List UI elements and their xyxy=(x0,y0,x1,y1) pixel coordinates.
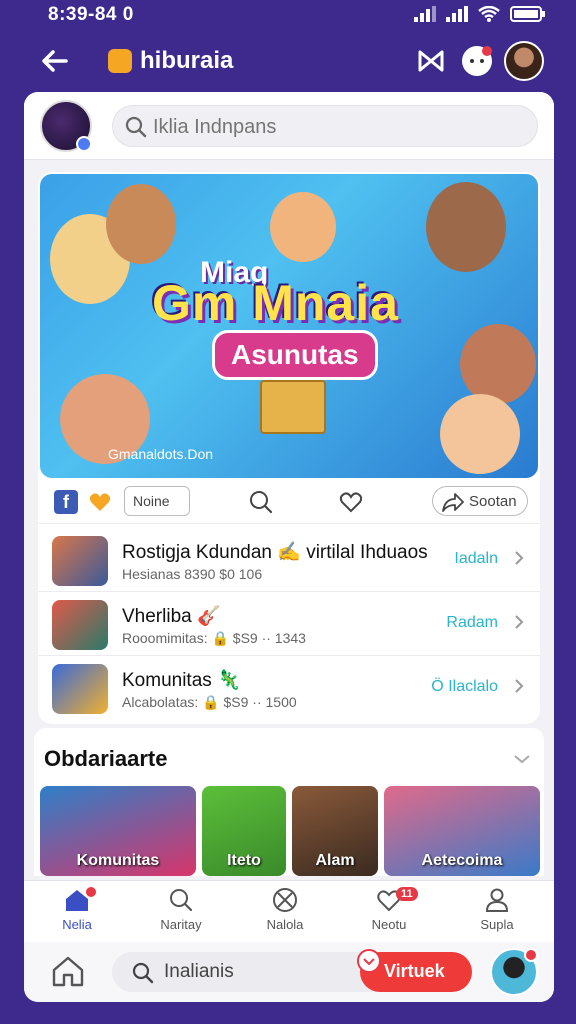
virtual-button[interactable]: Virtuek xyxy=(357,949,472,992)
status-time: 8:39-84 0 xyxy=(48,4,134,25)
user-avatar[interactable] xyxy=(504,41,544,81)
list-item[interactable]: Komunitas 🦎 Alcabolatas: 🔒 $S9 ·· 1500 Ö… xyxy=(38,656,540,720)
nav-profile[interactable]: Supla xyxy=(454,887,540,939)
search-row xyxy=(24,92,554,160)
heart-icon[interactable] xyxy=(338,489,364,515)
gift-box xyxy=(260,380,326,434)
back-arrow-icon[interactable] xyxy=(40,46,70,76)
tile-alam[interactable]: Alam xyxy=(292,786,378,876)
tile-aetecoima[interactable]: Aetecoima xyxy=(384,786,540,876)
share-arrow-icon xyxy=(442,493,464,512)
home-outline-icon[interactable] xyxy=(50,954,86,988)
footer-avatar[interactable] xyxy=(490,948,538,996)
list-thumbnail xyxy=(52,536,108,586)
nav-label: Supla xyxy=(480,917,514,932)
list-item[interactable]: Rostigja Kdundan ✍ virtilal Ihduaos Hesi… xyxy=(38,528,540,592)
wifi-icon xyxy=(478,6,500,22)
nav-label: Nalola xyxy=(266,917,304,932)
tile-iteto[interactable]: Iteto xyxy=(202,786,286,876)
character-figure xyxy=(440,394,520,474)
nav-label: Nelia xyxy=(62,917,92,932)
bow-icon[interactable] xyxy=(414,44,448,78)
notification-bubble-icon[interactable] xyxy=(460,44,494,78)
list-item-action[interactable]: Radam xyxy=(446,614,498,632)
character-figure xyxy=(460,324,536,404)
list-item-action[interactable]: Ö Ilaclalo xyxy=(431,678,498,696)
list-item-subtitle: Hesianas 8390 $0 106 xyxy=(122,566,263,582)
signal-icon-2 xyxy=(446,6,468,22)
nav-label: Naritay xyxy=(160,917,202,932)
nav-label: Neotu xyxy=(371,917,407,932)
list-item-title: Komunitas 🦎 xyxy=(122,670,241,691)
discover-section: Obdariaarte Komunitas Iteto Alam Aetecoi… xyxy=(34,728,544,876)
list-thumbnail xyxy=(52,664,108,714)
virtual-button-label: Virtuek xyxy=(384,961,445,981)
orange-heart-icon[interactable] xyxy=(88,490,112,514)
tile-row: Komunitas Iteto Alam Aetecoima xyxy=(40,786,540,876)
share-button[interactable]: Sootan xyxy=(432,486,528,516)
signal-icon xyxy=(414,6,436,22)
chevron-right-icon xyxy=(515,679,524,693)
character-figure xyxy=(106,184,176,264)
facebook-icon[interactable]: f xyxy=(54,490,78,514)
notification-dot xyxy=(524,948,538,962)
banner-image[interactable]: Miag Gm Mnaia Asunutas Gmanaldots.Don xyxy=(40,174,538,478)
nav-notifications[interactable]: 11 Neotu xyxy=(346,887,432,939)
tile-label: Iteto xyxy=(227,852,261,869)
main-card: Miag Gm Mnaia Asunutas Gmanaldots.Don f … xyxy=(24,92,554,1002)
nav-search[interactable]: Naritay xyxy=(138,887,224,939)
app-logo-icon xyxy=(108,49,132,73)
section-title: Obdariaarte xyxy=(44,746,168,771)
person-icon xyxy=(485,888,509,912)
list-item-subtitle: Alcabolatas: 🔒 $S9 ·· 1500 xyxy=(122,694,297,710)
tile-label: Aetecoima xyxy=(421,852,503,869)
character-figure xyxy=(426,182,506,272)
nav-explore[interactable]: Nalola xyxy=(242,887,328,939)
chevron-right-icon xyxy=(515,551,524,565)
post-actions: f Noine Sootan xyxy=(38,478,540,524)
list-item-subtitle: Rooomimitas: 🔒 $S9 ·· 1343 xyxy=(122,630,306,646)
list-item-title: Rostigja Kdundan ✍ virtilal Ihduaos xyxy=(122,542,428,563)
app-title: hiburaia xyxy=(140,47,234,74)
list-item-title: Vherliba 🎸 xyxy=(122,606,221,627)
list-item[interactable]: Vherliba 🎸 Rooomimitas: 🔒 $S9 ·· 1343 Ra… xyxy=(38,592,540,656)
search-icon xyxy=(132,962,154,984)
app-bar: hiburaia xyxy=(0,30,576,92)
nav-badge-dot xyxy=(86,887,96,897)
search-input[interactable] xyxy=(153,112,523,142)
footer-bar: Inalianis Virtuek xyxy=(24,942,554,1002)
status-bar: 8:39-84 0 xyxy=(0,0,576,30)
search-icon xyxy=(170,889,193,912)
search-icon[interactable] xyxy=(248,489,274,515)
tag-button[interactable]: Noine xyxy=(124,486,190,516)
search-icon xyxy=(125,116,147,138)
character-figure xyxy=(270,192,336,262)
share-label: Sootan xyxy=(469,493,517,510)
chevron-right-icon xyxy=(515,615,524,629)
nav-home[interactable]: Nelia xyxy=(34,887,120,939)
nav-badge: 11 xyxy=(396,887,418,901)
tile-label: Komunitas xyxy=(76,852,160,869)
tile-label: Alam xyxy=(315,852,355,869)
list-item-action[interactable]: Iadaln xyxy=(454,550,498,568)
verified-badge-icon xyxy=(76,136,92,152)
footer-search-label: Inalianis xyxy=(164,961,234,982)
profile-avatar[interactable] xyxy=(40,100,92,152)
sticker-icon xyxy=(357,949,381,973)
list-thumbnail xyxy=(52,600,108,650)
tile-komunitas[interactable]: Komunitas xyxy=(40,786,196,876)
bottom-nav: Nelia Naritay Nalola 11 Neotu Supla xyxy=(24,880,554,942)
search-box[interactable] xyxy=(112,105,538,147)
compass-icon xyxy=(273,888,297,912)
banner-caption: Gmanaldots.Don xyxy=(108,446,214,462)
status-icons xyxy=(414,6,546,22)
chevron-down-icon[interactable] xyxy=(512,752,532,766)
banner-line-3: Asunutas xyxy=(212,330,378,380)
banner-line-2: Gm Mnaia xyxy=(152,275,399,331)
post-card: Miag Gm Mnaia Asunutas Gmanaldots.Don f … xyxy=(38,172,540,724)
battery-icon xyxy=(510,6,545,22)
